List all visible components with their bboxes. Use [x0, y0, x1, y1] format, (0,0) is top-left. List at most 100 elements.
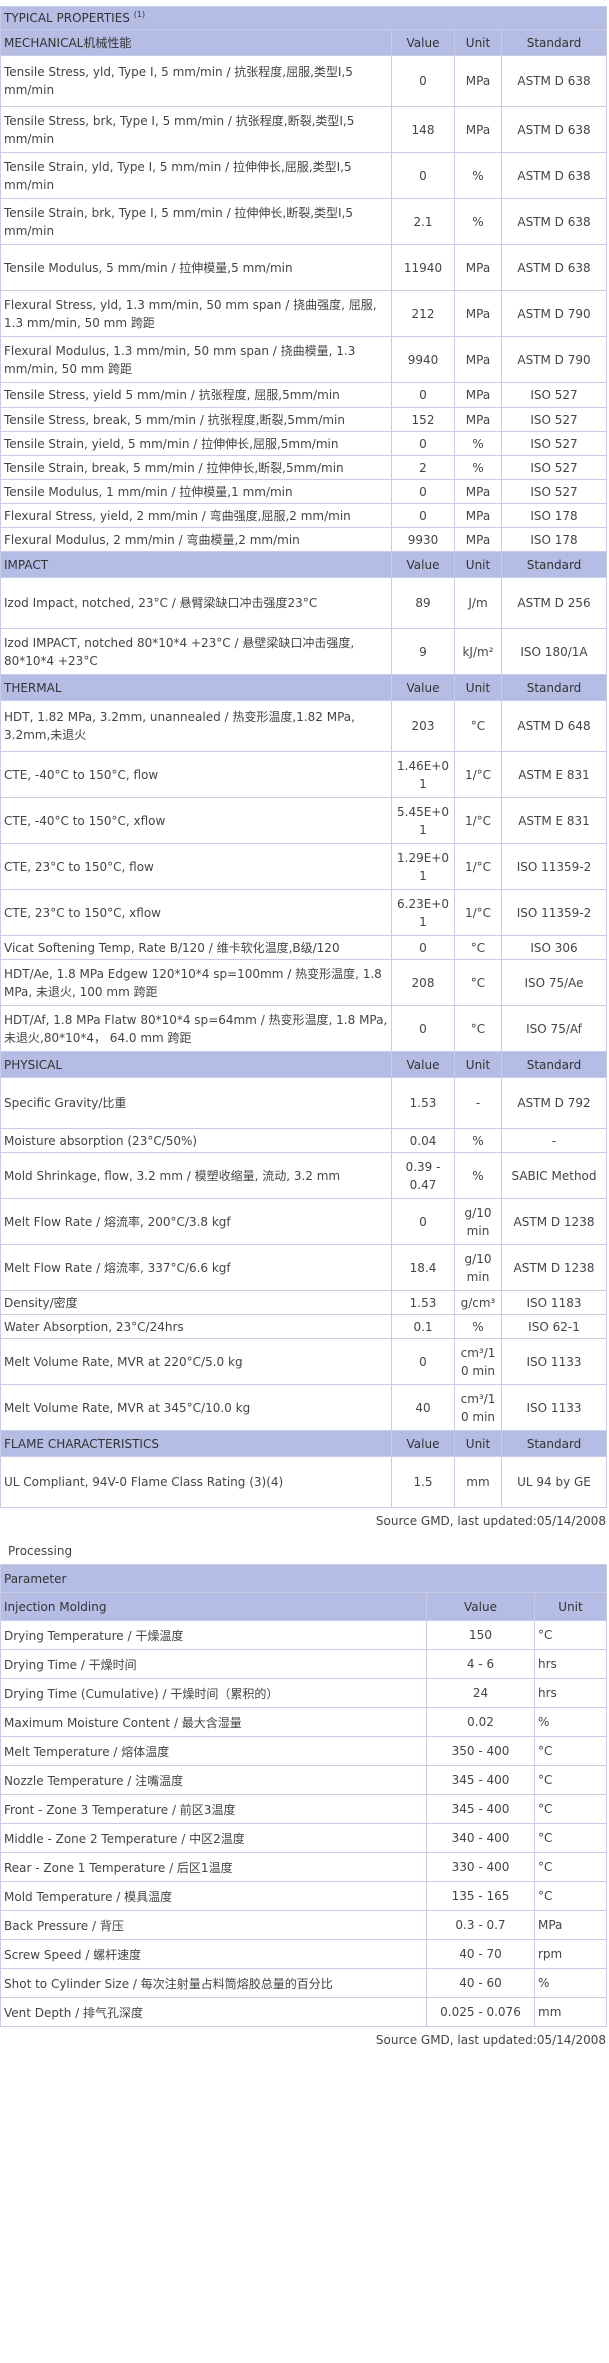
parameter-cell: Vent Depth / 排气孔深度	[0, 1997, 427, 2027]
processing-title: Processing	[8, 1544, 73, 1558]
unit-cell: rpm	[533, 1939, 608, 1969]
value-cell: 1.53	[391, 1290, 455, 1315]
unit-cell: MPa	[454, 106, 502, 153]
standard-cell: ISO 11359-2	[500, 843, 608, 890]
parameter-cell: Drying Temperature / 干燥温度	[0, 1620, 427, 1650]
value-cell: 0.025 - 0.076	[426, 1997, 535, 2027]
table-row: CTE, 23°C to 150°C, xflow 6.23E+01 1/°C ISO…	[0, 889, 608, 936]
table-row: Density/密度 1.53 g/cm³ ISO 1183	[0, 1290, 608, 1315]
table-row: Tensile Stress, yld, Type I, 5 mm/min / …	[0, 55, 608, 107]
standard-cell: -	[500, 1128, 608, 1153]
property-cell: Specific Gravity/比重	[0, 1077, 392, 1129]
parameter-cell: Front - Zone 3 Temperature / 前区3温度	[0, 1794, 427, 1824]
value-cell: 9930	[391, 527, 455, 552]
table-row: Drying Time (Cumulative) / 干燥时间（累积的） 24 hr…	[0, 1678, 608, 1708]
standard-header: Standard	[500, 1430, 608, 1457]
table-row: Middle - Zone 2 Temperature / 中区2温度 340 -…	[0, 1823, 608, 1853]
parameter-cell: Rear - Zone 1 Temperature / 后区1温度	[0, 1852, 427, 1882]
table-row: Screw Speed / 螺杆速度 40 - 70 rpm	[0, 1939, 608, 1969]
table-row: HDT, 1.82 MPa, 3.2mm, unannealed / 热变形温度…	[0, 700, 608, 752]
table-row: HDT/Af, 1.8 MPa Flatw 80*10*4 sp=64mm / …	[0, 1005, 608, 1052]
value-cell: 345 - 400	[426, 1794, 535, 1824]
property-cell: Vicat Softening Temp, Rate B/120 / 维卡软化温…	[0, 935, 392, 960]
value-cell: 330 - 400	[426, 1852, 535, 1882]
unit-header: Unit	[454, 551, 502, 578]
value-header: Value	[391, 1051, 455, 1078]
parameter-cell: Drying Time (Cumulative) / 干燥时间（累积的）	[0, 1678, 427, 1708]
unit-cell: hrs	[533, 1649, 608, 1679]
parameter-header: Parameter	[0, 1564, 608, 1593]
property-cell: Flexural Stress, yield, 2 mm/min / 弯曲强度,…	[0, 503, 392, 528]
unit-cell: °C	[454, 959, 502, 1006]
unit-cell: %	[454, 455, 502, 480]
unit-header: Unit	[454, 29, 502, 56]
parameter-cell: Back Pressure / 背压	[0, 1910, 427, 1940]
table-row: HDT/Ae, 1.8 MPa Edgew 120*10*4 sp=100mm …	[0, 959, 608, 1006]
standard-cell: ISO 178	[500, 503, 608, 528]
unit-cell: 1/°C	[454, 843, 502, 890]
typical-properties-title: TYPICAL PROPERTIES (1)	[0, 6, 608, 30]
standard-cell: ASTM D 638	[500, 106, 608, 153]
parameter-cell: Melt Temperature / 熔体温度	[0, 1736, 427, 1766]
value-cell: 0.39 - 0.47	[391, 1152, 455, 1199]
unit-cell: cm³/10 min	[454, 1338, 502, 1385]
value-cell: 0	[391, 935, 455, 960]
property-cell: Flexural Modulus, 2 mm/min / 弯曲模量,2 mm/m…	[0, 527, 392, 552]
processing-table: Parameter Injection Molding Value Unit D…	[0, 1564, 608, 2027]
standard-cell: ASTM D 792	[500, 1077, 608, 1129]
property-cell: Mold Shrinkage, flow, 3.2 mm / 模塑收缩量, 流动…	[0, 1152, 392, 1199]
standard-cell: ISO 180/1A	[500, 628, 608, 675]
parameter-cell: Middle - Zone 2 Temperature / 中区2温度	[0, 1823, 427, 1853]
unit-cell: °C	[533, 1881, 608, 1911]
standard-cell: SABIC Method	[500, 1152, 608, 1199]
property-cell: Tensile Stress, brk, Type I, 5 mm/min / …	[0, 106, 392, 153]
processing-parameter-header-row: Parameter	[0, 1564, 608, 1593]
value-cell: 40 - 70	[426, 1939, 535, 1969]
property-cell: Tensile Strain, yield, 5 mm/min / 拉伸伸长,屈…	[0, 431, 392, 456]
processing-section-header: Injection Molding Value Unit	[0, 1592, 608, 1621]
value-cell: 0	[391, 382, 455, 408]
unit-cell: MPa	[454, 336, 502, 383]
property-cell: Moisture absorption (23°C/50%)	[0, 1128, 392, 1153]
table-row: Tensile Strain, yld, Type I, 5 mm/min / …	[0, 152, 608, 199]
unit-cell: °C	[533, 1736, 608, 1766]
unit-cell: °C	[533, 1794, 608, 1824]
value-cell: 2	[391, 455, 455, 480]
section-header-row: IMPACT Value Unit Standard	[0, 551, 608, 578]
unit-header: Unit	[533, 1592, 608, 1621]
value-cell: 9940	[391, 336, 455, 383]
value-cell: 150	[426, 1620, 535, 1650]
value-cell: 24	[426, 1678, 535, 1708]
value-cell: 5.45E+01	[391, 797, 455, 844]
table-row: Melt Volume Rate, MVR at 220°C/5.0 kg 0 cm…	[0, 1338, 608, 1385]
table-row: Water Absorption, 23°C/24hrs 0.1% ISO 62-1	[0, 1314, 608, 1339]
parameter-cell: Mold Temperature / 模具温度	[0, 1881, 427, 1911]
typical-properties-title-row: TYPICAL PROPERTIES (1)	[0, 6, 608, 30]
standard-cell: ISO 1183	[500, 1290, 608, 1315]
unit-header: Unit	[454, 1430, 502, 1457]
table-row: Maximum Moisture Content / 最大含湿量 0.02%	[0, 1707, 608, 1737]
property-cell: Melt Flow Rate / 熔流率, 200°C/3.8 kgf	[0, 1198, 392, 1245]
value-cell: 89	[391, 577, 455, 629]
unit-cell: %	[454, 1152, 502, 1199]
value-cell: 0	[391, 503, 455, 528]
unit-cell: MPa	[454, 527, 502, 552]
table-row: UL Compliant, 94V-0 Flame Class Rating (…	[0, 1456, 608, 1508]
table-row: Flexural Stress, yld, 1.3 mm/min, 50 mm …	[0, 290, 608, 337]
table-row: Flexural Modulus, 1.3 mm/min, 50 mm span…	[0, 336, 608, 383]
standard-cell: ASTM D 1238	[500, 1198, 608, 1245]
table-row: Tensile Stress, yield 5 mm/min / 抗张程度, 屈…	[0, 382, 608, 408]
standard-cell: ASTM D 638	[500, 152, 608, 199]
table-row: Shot to Cylinder Size / 每次注射量占料筒熔胶总量的百分比…	[0, 1968, 608, 1998]
unit-cell: °C	[533, 1823, 608, 1853]
property-cell: Tensile Stress, break, 5 mm/min / 抗张程度,断…	[0, 407, 392, 432]
value-cell: 0.1	[391, 1314, 455, 1339]
table-row: Melt Volume Rate, MVR at 345°C/10.0 kg 40…	[0, 1384, 608, 1431]
standard-cell: ISO 527	[500, 407, 608, 432]
table-row: Flexural Stress, yield, 2 mm/min / 弯曲强度,…	[0, 503, 608, 528]
section-name: PHYSICAL	[0, 1051, 392, 1078]
unit-cell: MPa	[454, 244, 502, 291]
value-cell: 0.04	[391, 1128, 455, 1153]
unit-cell: g/cm³	[454, 1290, 502, 1315]
section-header-row: FLAME CHARACTERISTICS Value Unit Standard	[0, 1430, 608, 1457]
